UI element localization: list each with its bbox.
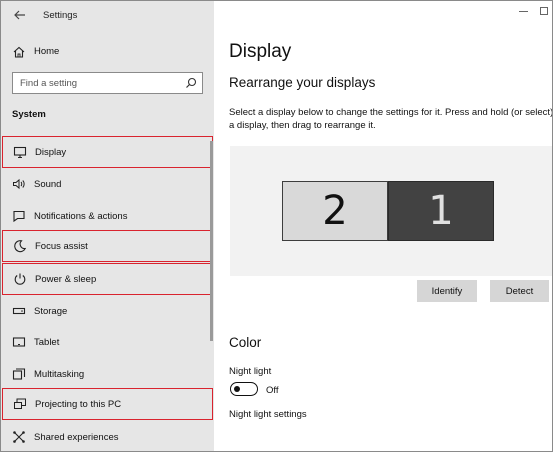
monitor-2-tile[interactable]: 2 — [282, 181, 388, 241]
sidebar-item-label: Display — [35, 147, 67, 158]
sidebar-item-label: Projecting to this PC — [35, 399, 122, 410]
rearrange-description: Select a display below to change the set… — [229, 107, 553, 131]
projecting-icon — [13, 397, 27, 411]
search-icon[interactable] — [185, 77, 197, 89]
sidebar-item-label: Power & sleep — [35, 274, 97, 285]
detect-button[interactable]: Detect — [490, 280, 549, 302]
identify-button[interactable]: Identify — [417, 280, 477, 302]
rearrange-heading: Rearrange your displays — [229, 75, 376, 90]
tablet-icon — [12, 335, 26, 349]
night-light-label: Night light — [229, 366, 272, 377]
storage-icon — [12, 304, 26, 318]
main-content: Display Rearrange your displays Select a… — [214, 1, 553, 451]
sidebar-item-label: Focus assist — [35, 241, 88, 252]
speaker-icon — [12, 177, 26, 191]
minimize-button[interactable] — [519, 11, 528, 12]
sidebar-item-label: Shared experiences — [34, 432, 119, 443]
night-light-settings-link[interactable]: Night light settings — [229, 409, 307, 420]
home-icon — [12, 45, 26, 59]
page-title: Display — [229, 41, 292, 62]
sidebar-item-label: Storage — [34, 306, 68, 317]
app-title: Settings — [43, 10, 78, 21]
sidebar-item-shared-experiences[interactable]: Shared experiences — [1, 421, 214, 451]
moon-icon — [13, 239, 27, 253]
back-arrow-icon[interactable] — [13, 8, 27, 22]
monitor-icon — [13, 145, 27, 159]
sidebar-item-home[interactable]: Home — [1, 41, 214, 63]
sidebar-item-sound[interactable]: Sound — [1, 168, 214, 200]
sidebar-item-power-sleep[interactable]: Power & sleep — [2, 263, 213, 295]
display-arrangement-area: 2 1 — [230, 146, 552, 276]
sidebar-scrollbar[interactable] — [210, 141, 213, 341]
sidebar-item-label: Home — [34, 46, 60, 57]
sidebar-item-focus-assist[interactable]: Focus assist — [2, 230, 213, 262]
search-placeholder: Find a setting — [20, 78, 78, 89]
multitasking-icon — [12, 367, 26, 381]
monitor-1-tile[interactable]: 1 — [388, 181, 494, 241]
section-label: System — [12, 109, 46, 120]
color-heading: Color — [229, 335, 262, 350]
power-icon — [13, 272, 27, 286]
sidebar-item-label: Multitasking — [34, 369, 85, 380]
sidebar-item-multitasking[interactable]: Multitasking — [1, 358, 214, 390]
sidebar-item-display[interactable]: Display — [2, 136, 213, 168]
sidebar-item-notifications[interactable]: Notifications & actions — [1, 200, 214, 232]
title-bar: Settings — [1, 1, 214, 31]
maximize-button[interactable] — [540, 7, 548, 15]
sidebar-item-label: Tablet — [34, 337, 60, 348]
sidebar: Settings Home Find a setting System Disp… — [1, 1, 214, 451]
sidebar-item-projecting[interactable]: Projecting to this PC — [2, 388, 213, 420]
notification-icon — [12, 209, 26, 223]
search-input[interactable]: Find a setting — [12, 72, 203, 94]
night-light-toggle[interactable] — [230, 382, 258, 396]
toggle-knob — [234, 385, 240, 392]
sidebar-item-tablet[interactable]: Tablet — [1, 326, 214, 358]
sidebar-item-label: Sound — [34, 179, 62, 190]
sidebar-item-storage[interactable]: Storage — [1, 295, 214, 327]
shared-experiences-icon — [12, 430, 26, 444]
sidebar-item-label: Notifications & actions — [34, 211, 128, 222]
settings-window: Settings Home Find a setting System Disp… — [0, 0, 553, 452]
night-light-state: Off — [266, 385, 279, 396]
